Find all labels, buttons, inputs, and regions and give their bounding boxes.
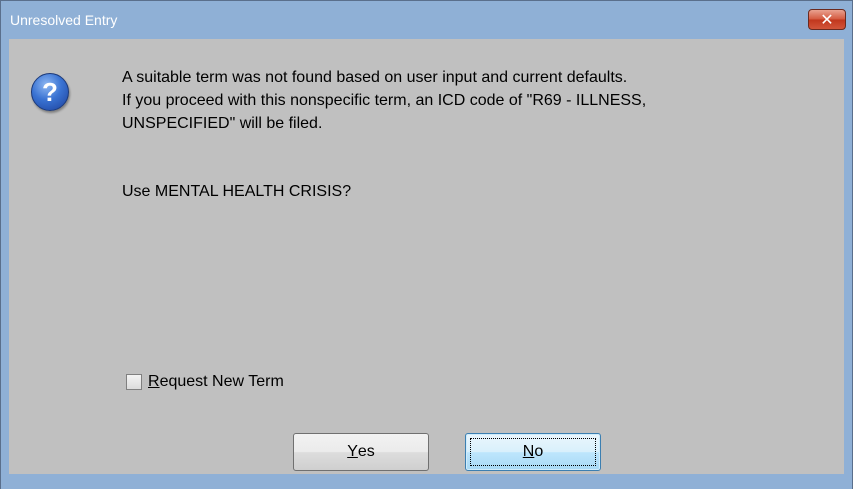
- window-frame-bottom: [1, 474, 852, 489]
- request-new-term-label[interactable]: Request New Term: [148, 373, 284, 391]
- window-frame-left: [1, 39, 9, 489]
- question-icon: ?: [31, 73, 69, 111]
- no-button[interactable]: No: [465, 433, 601, 471]
- confirm-question: Use MENTAL HEALTH CRISIS?: [122, 183, 352, 200]
- request-new-term-option[interactable]: Request New Term: [126, 373, 284, 391]
- yes-label-rest: es: [357, 443, 375, 460]
- yes-button[interactable]: Yes: [293, 433, 429, 471]
- focus-rectangle: [470, 438, 596, 466]
- close-icon: ✕: [820, 11, 834, 29]
- request-new-term-label-rest: equest New Term: [159, 373, 284, 390]
- close-button[interactable]: ✕: [808, 9, 846, 30]
- window-frame-right: [844, 39, 852, 489]
- window-title: Unresolved Entry: [10, 12, 118, 28]
- message-line-1: A suitable term was not found based on u…: [122, 69, 628, 86]
- request-new-term-mnemonic: R: [148, 373, 160, 390]
- dialog-window: Unresolved Entry ✕ ? A suitable term was…: [0, 0, 853, 489]
- message-line-2: If you proceed with this nonspecific ter…: [122, 92, 647, 109]
- message-line-3: UNSPECIFIED" will be filed.: [122, 115, 323, 132]
- request-new-term-checkbox[interactable]: [126, 374, 142, 390]
- yes-mnemonic: Y: [347, 443, 358, 460]
- question-glyph: ?: [42, 76, 58, 107]
- title-bar[interactable]: Unresolved Entry ✕: [1, 1, 852, 39]
